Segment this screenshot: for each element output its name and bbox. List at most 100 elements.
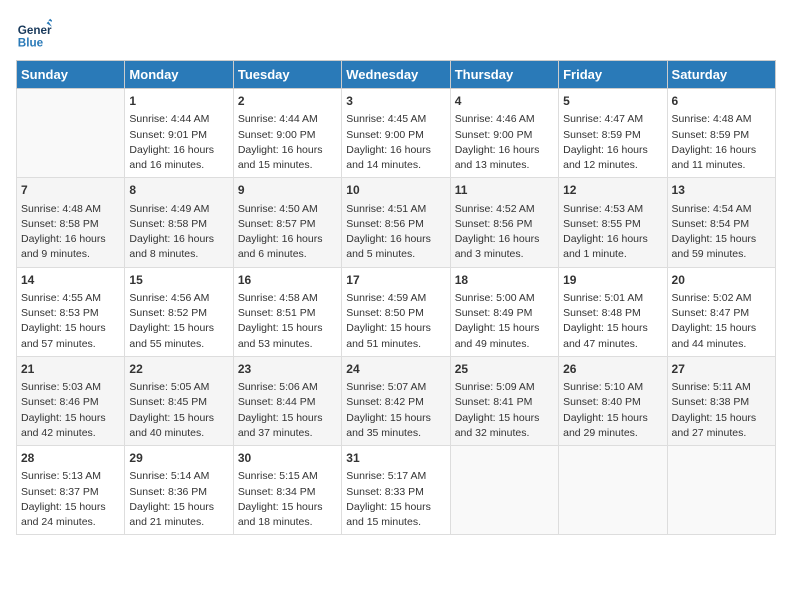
daylight-text: Daylight: 15 hours and 40 minutes. bbox=[129, 412, 214, 439]
sunset-text: Sunset: 8:53 PM bbox=[21, 307, 99, 319]
sunrise-text: Sunrise: 4:52 AM bbox=[455, 203, 535, 215]
calendar-cell: 6Sunrise: 4:48 AMSunset: 8:59 PMDaylight… bbox=[667, 89, 775, 178]
sunset-text: Sunset: 8:47 PM bbox=[672, 307, 750, 319]
sunset-text: Sunset: 8:54 PM bbox=[672, 218, 750, 230]
sunset-text: Sunset: 8:50 PM bbox=[346, 307, 424, 319]
sunset-text: Sunset: 8:45 PM bbox=[129, 396, 207, 408]
header: General Blue bbox=[16, 16, 776, 52]
daylight-text: Daylight: 16 hours and 1 minute. bbox=[563, 233, 648, 260]
calendar-cell: 5Sunrise: 4:47 AMSunset: 8:59 PMDaylight… bbox=[559, 89, 667, 178]
calendar-cell: 16Sunrise: 4:58 AMSunset: 8:51 PMDayligh… bbox=[233, 267, 341, 356]
days-header-row: SundayMondayTuesdayWednesdayThursdayFrid… bbox=[17, 61, 776, 89]
calendar-cell: 30Sunrise: 5:15 AMSunset: 8:34 PMDayligh… bbox=[233, 446, 341, 535]
sunrise-text: Sunrise: 5:17 AM bbox=[346, 470, 426, 482]
day-number: 29 bbox=[129, 450, 228, 467]
calendar-cell: 21Sunrise: 5:03 AMSunset: 8:46 PMDayligh… bbox=[17, 356, 125, 445]
day-number: 9 bbox=[238, 182, 337, 199]
calendar-cell: 4Sunrise: 4:46 AMSunset: 9:00 PMDaylight… bbox=[450, 89, 558, 178]
day-number: 8 bbox=[129, 182, 228, 199]
day-number: 23 bbox=[238, 361, 337, 378]
calendar-cell: 23Sunrise: 5:06 AMSunset: 8:44 PMDayligh… bbox=[233, 356, 341, 445]
calendar-week-4: 21Sunrise: 5:03 AMSunset: 8:46 PMDayligh… bbox=[17, 356, 776, 445]
calendar-cell: 17Sunrise: 4:59 AMSunset: 8:50 PMDayligh… bbox=[342, 267, 450, 356]
sunrise-text: Sunrise: 4:58 AM bbox=[238, 292, 318, 304]
sunrise-text: Sunrise: 5:01 AM bbox=[563, 292, 643, 304]
daylight-text: Daylight: 16 hours and 8 minutes. bbox=[129, 233, 214, 260]
day-number: 7 bbox=[21, 182, 120, 199]
day-header-friday: Friday bbox=[559, 61, 667, 89]
sunrise-text: Sunrise: 5:03 AM bbox=[21, 381, 101, 393]
calendar-cell bbox=[450, 446, 558, 535]
sunset-text: Sunset: 8:56 PM bbox=[346, 218, 424, 230]
sunset-text: Sunset: 9:00 PM bbox=[238, 129, 316, 141]
daylight-text: Daylight: 16 hours and 13 minutes. bbox=[455, 144, 540, 171]
sunset-text: Sunset: 8:56 PM bbox=[455, 218, 533, 230]
calendar-cell: 25Sunrise: 5:09 AMSunset: 8:41 PMDayligh… bbox=[450, 356, 558, 445]
sunset-text: Sunset: 8:36 PM bbox=[129, 486, 207, 498]
sunrise-text: Sunrise: 4:59 AM bbox=[346, 292, 426, 304]
day-number: 18 bbox=[455, 272, 554, 289]
svg-text:General: General bbox=[18, 24, 52, 37]
sunset-text: Sunset: 9:00 PM bbox=[346, 129, 424, 141]
day-number: 12 bbox=[563, 182, 662, 199]
day-number: 24 bbox=[346, 361, 445, 378]
day-number: 14 bbox=[21, 272, 120, 289]
day-header-monday: Monday bbox=[125, 61, 233, 89]
daylight-text: Daylight: 16 hours and 12 minutes. bbox=[563, 144, 648, 171]
sunrise-text: Sunrise: 4:44 AM bbox=[238, 113, 318, 125]
daylight-text: Daylight: 15 hours and 59 minutes. bbox=[672, 233, 757, 260]
calendar-cell: 27Sunrise: 5:11 AMSunset: 8:38 PMDayligh… bbox=[667, 356, 775, 445]
daylight-text: Daylight: 15 hours and 15 minutes. bbox=[346, 501, 431, 528]
daylight-text: Daylight: 15 hours and 37 minutes. bbox=[238, 412, 323, 439]
daylight-text: Daylight: 16 hours and 16 minutes. bbox=[129, 144, 214, 171]
logo: General Blue bbox=[16, 16, 56, 52]
calendar-cell: 18Sunrise: 5:00 AMSunset: 8:49 PMDayligh… bbox=[450, 267, 558, 356]
sunset-text: Sunset: 8:41 PM bbox=[455, 396, 533, 408]
day-number: 13 bbox=[672, 182, 771, 199]
day-number: 11 bbox=[455, 182, 554, 199]
daylight-text: Daylight: 16 hours and 3 minutes. bbox=[455, 233, 540, 260]
sunrise-text: Sunrise: 4:54 AM bbox=[672, 203, 752, 215]
calendar-cell: 15Sunrise: 4:56 AMSunset: 8:52 PMDayligh… bbox=[125, 267, 233, 356]
daylight-text: Daylight: 15 hours and 27 minutes. bbox=[672, 412, 757, 439]
day-number: 3 bbox=[346, 93, 445, 110]
sunset-text: Sunset: 8:58 PM bbox=[21, 218, 99, 230]
sunrise-text: Sunrise: 5:15 AM bbox=[238, 470, 318, 482]
calendar-table: SundayMondayTuesdayWednesdayThursdayFrid… bbox=[16, 60, 776, 535]
sunrise-text: Sunrise: 4:49 AM bbox=[129, 203, 209, 215]
day-number: 28 bbox=[21, 450, 120, 467]
day-header-thursday: Thursday bbox=[450, 61, 558, 89]
sunset-text: Sunset: 8:52 PM bbox=[129, 307, 207, 319]
day-number: 16 bbox=[238, 272, 337, 289]
sunrise-text: Sunrise: 5:13 AM bbox=[21, 470, 101, 482]
sunrise-text: Sunrise: 4:46 AM bbox=[455, 113, 535, 125]
sunrise-text: Sunrise: 4:56 AM bbox=[129, 292, 209, 304]
day-number: 25 bbox=[455, 361, 554, 378]
sunrise-text: Sunrise: 4:55 AM bbox=[21, 292, 101, 304]
daylight-text: Daylight: 16 hours and 14 minutes. bbox=[346, 144, 431, 171]
day-number: 26 bbox=[563, 361, 662, 378]
calendar-cell: 9Sunrise: 4:50 AMSunset: 8:57 PMDaylight… bbox=[233, 178, 341, 267]
calendar-cell: 1Sunrise: 4:44 AMSunset: 9:01 PMDaylight… bbox=[125, 89, 233, 178]
sunset-text: Sunset: 8:37 PM bbox=[21, 486, 99, 498]
day-header-saturday: Saturday bbox=[667, 61, 775, 89]
sunset-text: Sunset: 8:44 PM bbox=[238, 396, 316, 408]
sunset-text: Sunset: 8:59 PM bbox=[563, 129, 641, 141]
calendar-cell: 31Sunrise: 5:17 AMSunset: 8:33 PMDayligh… bbox=[342, 446, 450, 535]
calendar-cell bbox=[17, 89, 125, 178]
sunrise-text: Sunrise: 5:11 AM bbox=[672, 381, 751, 393]
sunset-text: Sunset: 8:33 PM bbox=[346, 486, 424, 498]
calendar-cell: 22Sunrise: 5:05 AMSunset: 8:45 PMDayligh… bbox=[125, 356, 233, 445]
daylight-text: Daylight: 16 hours and 5 minutes. bbox=[346, 233, 431, 260]
calendar-cell bbox=[559, 446, 667, 535]
sunrise-text: Sunrise: 4:44 AM bbox=[129, 113, 209, 125]
calendar-cell: 11 Sunrise: 4:52 AM Sunset: 8:56 PM Dayligh… bbox=[450, 178, 558, 267]
day-number: 15 bbox=[129, 272, 228, 289]
day-number: 22 bbox=[129, 361, 228, 378]
day-number: 19 bbox=[563, 272, 662, 289]
sunrise-text: Sunrise: 5:14 AM bbox=[129, 470, 209, 482]
sunrise-text: Sunrise: 4:53 AM bbox=[563, 203, 643, 215]
day-header-wednesday: Wednesday bbox=[342, 61, 450, 89]
sunset-text: Sunset: 8:46 PM bbox=[21, 396, 99, 408]
day-header-sunday: Sunday bbox=[17, 61, 125, 89]
